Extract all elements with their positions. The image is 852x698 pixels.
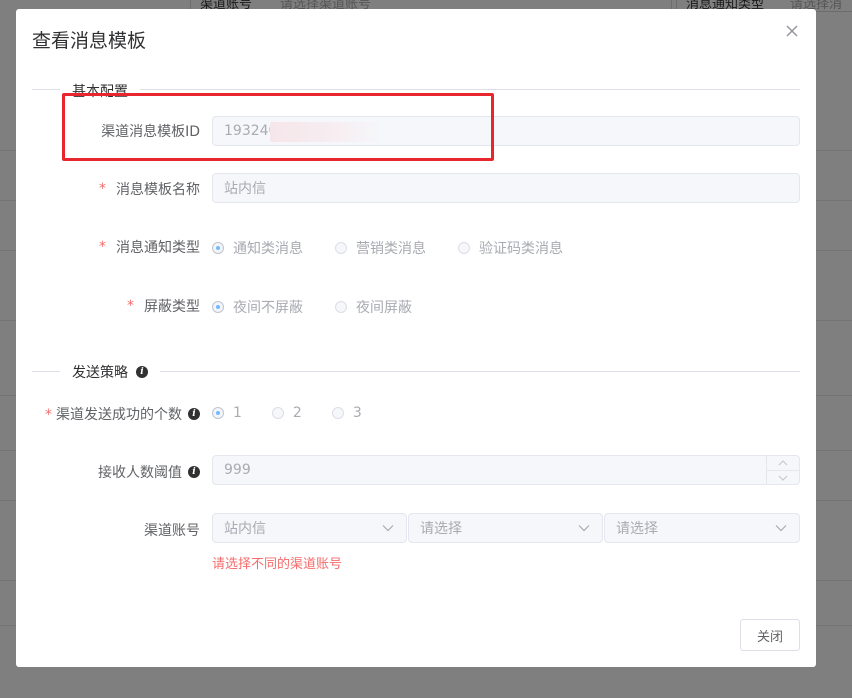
radio-night-shield-label: 夜间屏蔽: [356, 300, 412, 316]
section-divider: [32, 89, 800, 90]
section-strategy-label: 发送策略: [72, 365, 128, 381]
radio-count-3-label: 3: [352, 405, 362, 421]
section-strategy-title: 发送策略 i: [60, 362, 160, 382]
template-name-value: 站内信: [224, 181, 266, 197]
radio-dot: [458, 242, 470, 254]
radio-dot: [335, 301, 347, 313]
radio-dot: [271, 407, 284, 419]
shield-type-radio-group: 夜间不屏蔽 夜间屏蔽: [212, 297, 444, 317]
radio-dot: [331, 407, 344, 419]
radio-count-1-label: 1: [233, 405, 242, 421]
info-icon[interactable]: i: [188, 466, 200, 478]
radio-no-shield-label: 夜间不屏蔽: [233, 300, 303, 316]
channel-account-select-2[interactable]: 请选择: [408, 513, 603, 543]
success-count-radio-group: 1 2 3: [212, 405, 394, 421]
receiver-threshold-label: 接收人数阈值 i: [16, 462, 200, 482]
receiver-threshold-label-text: 接收人数阈值: [98, 465, 182, 481]
select-1-value: 站内信: [224, 521, 266, 537]
radio-notify-label: 通知类消息: [233, 241, 303, 257]
channel-account-select-3[interactable]: 请选择: [604, 513, 800, 543]
info-icon[interactable]: i: [188, 408, 200, 420]
channel-account-error: 请选择不同的渠道账号: [212, 557, 343, 572]
radio-verification[interactable]: 验证码类消息: [458, 238, 563, 258]
radio-marketing-label: 营销类消息: [356, 241, 426, 257]
shield-type-label-text: 屏蔽类型: [144, 299, 200, 315]
radio-marketing[interactable]: 营销类消息: [335, 238, 426, 258]
chevron-up-icon: [778, 460, 788, 466]
success-count-label-text: 渠道发送成功的个数: [56, 407, 182, 423]
radio-count-2[interactable]: 2: [271, 405, 302, 421]
channel-account-select-1[interactable]: 站内信: [212, 513, 407, 543]
receiver-threshold-value: 999: [224, 462, 251, 478]
receiver-threshold-input[interactable]: 999: [212, 455, 800, 485]
template-name-label: * 消息模板名称: [36, 179, 200, 199]
required-star: *: [99, 239, 106, 255]
highlight-annotation: [62, 93, 494, 161]
required-star: *: [99, 181, 106, 197]
notify-type-label: * 消息通知类型: [36, 237, 200, 257]
increase-button[interactable]: [767, 456, 799, 471]
chevron-down-icon: [775, 525, 787, 532]
close-button[interactable]: 关闭: [740, 619, 800, 651]
radio-verification-label: 验证码类消息: [479, 241, 563, 257]
select-2-value: 请选择: [420, 521, 462, 537]
radio-no-shield[interactable]: 夜间不屏蔽: [212, 297, 303, 317]
radio-dot: [212, 301, 224, 313]
radio-notify[interactable]: 通知类消息: [212, 238, 303, 258]
select-3-value: 请选择: [616, 521, 658, 537]
chevron-down-icon: [778, 475, 788, 481]
close-icon[interactable]: [783, 21, 801, 41]
radio-night-shield[interactable]: 夜间屏蔽: [335, 297, 412, 317]
chevron-down-icon: [578, 525, 590, 532]
radio-count-3[interactable]: 3: [331, 405, 362, 421]
radio-dot: [212, 407, 224, 419]
dialog-title: 查看消息模板: [32, 30, 147, 52]
template-name-input[interactable]: 站内信: [212, 173, 800, 203]
decrease-button[interactable]: [767, 471, 799, 485]
notify-type-radio-group: 通知类消息 营销类消息 验证码类消息: [212, 238, 595, 258]
radio-count-2-label: 2: [292, 405, 302, 421]
chevron-down-icon: [382, 525, 394, 532]
required-star: *: [127, 298, 134, 314]
number-stepper: [766, 456, 799, 484]
template-name-label-text: 消息模板名称: [116, 182, 200, 198]
required-star: *: [45, 407, 52, 423]
channel-account-label: 渠道账号: [36, 520, 200, 540]
shield-type-label: * 屏蔽类型: [36, 296, 200, 316]
notify-type-label-text: 消息通知类型: [116, 240, 200, 256]
channel-account-label-text: 渠道账号: [144, 523, 200, 539]
radio-dot: [212, 242, 224, 254]
radio-count-1[interactable]: 1: [212, 405, 242, 421]
success-count-label: * 渠道发送成功的个数 i: [16, 404, 200, 424]
radio-dot: [335, 242, 347, 254]
info-icon[interactable]: i: [136, 366, 148, 378]
